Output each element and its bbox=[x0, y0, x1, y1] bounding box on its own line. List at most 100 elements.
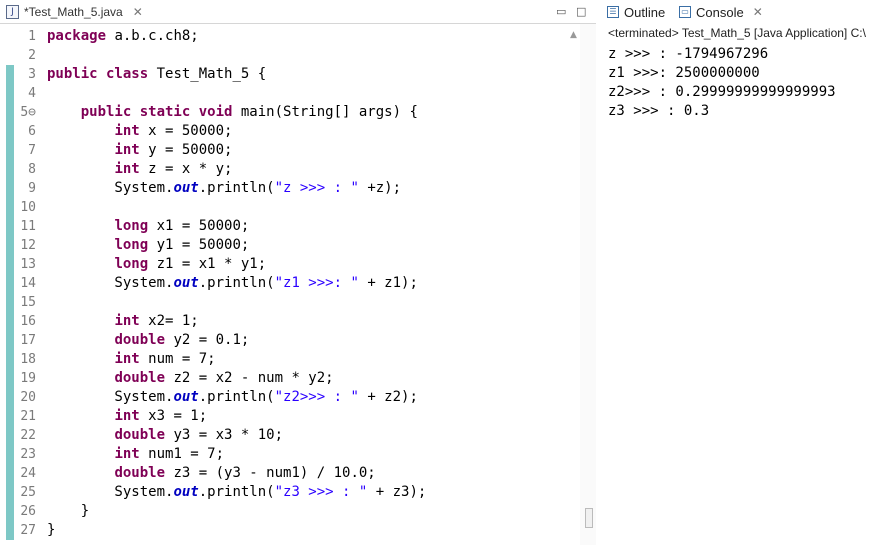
line-number: 24 bbox=[20, 466, 36, 481]
editor-tab-bar: J *Test_Math_5.java ✕ ▭ □ bbox=[0, 0, 596, 24]
line-number: 17 bbox=[20, 333, 36, 348]
code-text[interactable]: long z1 = x1 * y1; bbox=[47, 255, 266, 274]
code-line[interactable]: 6 int x = 50000; bbox=[0, 122, 580, 141]
line-number: 25 bbox=[20, 485, 36, 500]
line-number: 20 bbox=[20, 390, 36, 405]
code-text[interactable]: long x1 = 50000; bbox=[47, 217, 249, 236]
code-line[interactable]: 19 double z2 = x2 - num * y2; bbox=[0, 369, 580, 388]
code-line[interactable]: 13 long z1 = x1 * y1; bbox=[0, 255, 580, 274]
line-number: 19 bbox=[20, 371, 36, 386]
outline-icon: ☰ bbox=[607, 6, 619, 18]
console-output-line: z1 >>>: 2500000000 bbox=[608, 65, 760, 81]
line-number: 1 bbox=[28, 29, 36, 44]
change-bar bbox=[6, 65, 14, 540]
line-number: 18 bbox=[20, 352, 36, 367]
view-tab-bar: ☰ Outline ▭ Console ✕ bbox=[597, 0, 872, 24]
tab-console[interactable]: ▭ Console ✕ bbox=[679, 0, 763, 24]
line-number: 27 bbox=[20, 523, 36, 538]
code-text[interactable]: System.out.println("z >>> : " +z); bbox=[47, 179, 401, 198]
code-text[interactable]: long y1 = 50000; bbox=[47, 236, 249, 255]
code-text[interactable]: } bbox=[47, 502, 89, 521]
line-number: 15 bbox=[20, 295, 36, 310]
code-text[interactable]: } bbox=[47, 521, 55, 540]
editor-tab[interactable]: J *Test_Math_5.java ✕ bbox=[0, 0, 150, 24]
code-text[interactable]: public class Test_Math_5 { bbox=[47, 65, 266, 84]
line-number: 11 bbox=[20, 219, 36, 234]
code-line[interactable]: 7 int y = 50000; bbox=[0, 141, 580, 160]
code-line[interactable]: 21 int x3 = 1; bbox=[0, 407, 580, 426]
console-output-line: z2>>> : 0.29999999999999993 bbox=[608, 84, 836, 100]
console-output-line: z3 >>> : 0.3 bbox=[608, 103, 710, 119]
code-line[interactable]: 16 int x2= 1; bbox=[0, 312, 580, 331]
scroll-up-icon[interactable]: ▲ bbox=[570, 30, 577, 40]
line-number: 3 bbox=[28, 67, 36, 82]
editor-tab-title: *Test_Math_5.java bbox=[24, 5, 123, 19]
line-number: 14 bbox=[20, 276, 36, 291]
close-icon[interactable]: ✕ bbox=[133, 5, 143, 19]
line-number: 7 bbox=[28, 143, 36, 158]
tab-outline-label: Outline bbox=[624, 4, 666, 20]
code-text[interactable]: System.out.println("z3 >>> : " + z3); bbox=[47, 483, 426, 502]
code-line[interactable]: 26 } bbox=[0, 502, 580, 521]
code-text[interactable]: int x = 50000; bbox=[47, 122, 232, 141]
close-icon[interactable]: ✕ bbox=[753, 5, 763, 19]
code-text[interactable]: double z2 = x2 - num * y2; bbox=[47, 369, 333, 388]
code-line[interactable]: 2 bbox=[0, 46, 580, 65]
line-number: 16 bbox=[20, 314, 36, 329]
line-number: 10 bbox=[20, 200, 36, 215]
console-output-line: z >>> : -1794967296 bbox=[608, 46, 769, 62]
code-line[interactable]: 15 bbox=[0, 293, 580, 312]
code-line[interactable]: 22 double y3 = x3 * 10; bbox=[0, 426, 580, 445]
code-text[interactable]: double y3 = x3 * 10; bbox=[47, 426, 283, 445]
code-line[interactable]: 1 package a.b.c.ch8; bbox=[0, 27, 580, 46]
code-line[interactable]: 24 double z3 = (y3 - num1) / 10.0; bbox=[0, 464, 580, 483]
code-text[interactable]: package a.b.c.ch8; bbox=[47, 27, 199, 46]
minimize-icon[interactable]: ▭ bbox=[556, 5, 566, 18]
code-text[interactable]: int x3 = 1; bbox=[47, 407, 207, 426]
code-line[interactable]: 25 System.out.println("z3 >>> : " + z3); bbox=[0, 483, 580, 502]
code-line[interactable]: 8 int z = x * y; bbox=[0, 160, 580, 179]
code-line[interactable]: 14 System.out.println("z1 >>>: " + z1); bbox=[0, 274, 580, 293]
line-number: 21 bbox=[20, 409, 36, 424]
code-text[interactable]: int num1 = 7; bbox=[47, 445, 224, 464]
code-line[interactable]: 17 double y2 = 0.1; bbox=[0, 331, 580, 350]
code-text[interactable]: System.out.println("z2>>> : " + z2); bbox=[47, 388, 417, 407]
code-text[interactable]: double y2 = 0.1; bbox=[47, 331, 249, 350]
line-number: 8 bbox=[28, 162, 36, 177]
tab-outline[interactable]: ☰ Outline bbox=[607, 0, 665, 24]
vertical-scrollbar[interactable] bbox=[580, 24, 596, 545]
console-panel: ☰ Outline ▭ Console ✕ <terminated> Test_… bbox=[597, 0, 872, 545]
maximize-icon[interactable]: □ bbox=[576, 5, 586, 18]
code-line[interactable]: 10 bbox=[0, 198, 580, 217]
line-number: 12 bbox=[20, 238, 36, 253]
code-line[interactable]: 3 public class Test_Math_5 { bbox=[0, 65, 580, 84]
java-file-icon: J bbox=[6, 5, 19, 19]
code-text[interactable]: System.out.println("z1 >>>: " + z1); bbox=[47, 274, 417, 293]
console-status: <terminated> Test_Math_5 [Java Applicati… bbox=[608, 26, 866, 40]
code-line[interactable]: 27} bbox=[0, 521, 580, 540]
code-text[interactable]: int x2= 1; bbox=[47, 312, 198, 331]
code-line[interactable]: 4 bbox=[0, 84, 580, 103]
code-text[interactable]: int y = 50000; bbox=[47, 141, 232, 160]
line-number: 23 bbox=[20, 447, 36, 462]
tab-console-label: Console bbox=[696, 4, 744, 20]
line-number: 2 bbox=[28, 48, 36, 63]
code-line[interactable]: 11 long x1 = 50000; bbox=[0, 217, 580, 236]
code-line[interactable]: 23 int num1 = 7; bbox=[0, 445, 580, 464]
code-text[interactable]: int z = x * y; bbox=[47, 160, 232, 179]
line-number: 13 bbox=[20, 257, 36, 272]
code-line[interactable]: 9 System.out.println("z >>> : " +z); bbox=[0, 179, 580, 198]
code-editor[interactable]: J *Test_Math_5.java ✕ ▭ □ 1 package a.b.c… bbox=[0, 0, 596, 545]
code-line[interactable]: 12 long y1 = 50000; bbox=[0, 236, 580, 255]
code-text[interactable]: int num = 7; bbox=[47, 350, 215, 369]
line-number: 26 bbox=[20, 504, 36, 519]
code-area[interactable]: 1 package a.b.c.ch8; 2 3 public class Test_M… bbox=[0, 24, 596, 545]
code-line[interactable]: 18 int num = 7; bbox=[0, 350, 580, 369]
line-number: 5⊖ bbox=[20, 105, 36, 120]
code-text[interactable]: public static void main(String[] args) { bbox=[47, 103, 418, 122]
code-line[interactable]: 5⊖ public static void main(String[] args… bbox=[0, 103, 580, 122]
code-line[interactable]: 20 System.out.println("z2>>> : " + z2); bbox=[0, 388, 580, 407]
line-number: 4 bbox=[28, 86, 36, 101]
scrollbar-thumb[interactable] bbox=[585, 508, 593, 528]
code-text[interactable]: double z3 = (y3 - num1) / 10.0; bbox=[47, 464, 375, 483]
